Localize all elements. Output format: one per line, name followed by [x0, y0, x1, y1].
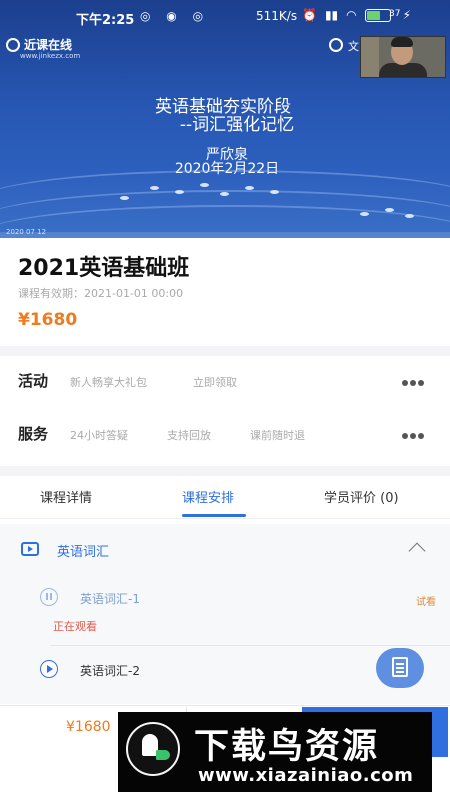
brand-logo: 近课在线 [6, 36, 72, 53]
notes-button[interactable] [376, 648, 424, 688]
charging-icon: ⚡ [402, 8, 412, 22]
teacher-camera [360, 36, 446, 78]
notification-icons: ◎ ◉ ◎ [140, 9, 210, 23]
section-gap [0, 466, 450, 476]
activity-label: 活动 [18, 372, 49, 390]
course-validity: 课程有效期：2021-01-01 00:00 [18, 287, 184, 300]
watermark-title: 下载鸟资源 [194, 727, 380, 767]
tab-course-details[interactable]: 课程详情 [40, 487, 92, 506]
video-footer-tag: 2020 07 12 [6, 228, 47, 236]
lesson-divider [50, 645, 450, 646]
video-player[interactable]: 下午2:25 ◎ ◉ ◎ 511K/s ⏰ ▮▮ ◠ 37 ⚡ 近课在线 www… [0, 0, 450, 238]
tab-student-reviews[interactable]: 学员评价 (0) [324, 487, 399, 506]
service-more-icon[interactable] [402, 433, 424, 439]
activity-item: 新人畅享大礼包 [70, 376, 147, 389]
status-right: ⏰ ▮▮ ◠ 37 ⚡ [302, 8, 411, 22]
service-item: 24小时答疑 [70, 429, 128, 442]
lesson-item[interactable]: 英语词汇-1 [80, 590, 140, 607]
activity-more-icon[interactable] [402, 380, 424, 386]
brand-url: www.jinkezx.com [20, 52, 81, 60]
status-bar: 下午2:25 ◎ ◉ ◎ 511K/s ⏰ ▮▮ ◠ 37 ⚡ [0, 0, 450, 32]
watermark-bird-icon [126, 722, 180, 776]
wifi-icon: ◠ [346, 8, 357, 22]
pause-icon[interactable] [40, 588, 58, 606]
video-chapter-icon [21, 542, 39, 556]
section-gap [0, 346, 450, 356]
service-label: 服务 [18, 425, 49, 443]
brand-mark-icon [6, 37, 20, 52]
course-price: ¥1680 [18, 310, 78, 330]
network-speed: 511K/s [256, 9, 298, 23]
university-seal-icon [329, 38, 343, 52]
watermark-url: www.xiazainiao.com [198, 765, 414, 786]
seal-text: 文 [348, 40, 359, 53]
play-icon[interactable] [40, 660, 58, 678]
service-item: 课前随时退 [250, 429, 305, 442]
document-icon [392, 657, 408, 677]
lesson-item[interactable]: 英语词汇-2 [80, 662, 140, 679]
course-title: 2021英语基础班 [18, 256, 190, 281]
signal-icon: ▮▮ [324, 8, 339, 22]
activity-claim-link[interactable]: 立即领取 [193, 374, 237, 390]
brand-name: 近课在线 [24, 38, 73, 52]
bottom-price: ¥1680 [66, 719, 111, 735]
slide-subtitle: --词汇强化记忆 [179, 115, 295, 135]
now-watching-status: 正在观看 [53, 620, 97, 633]
status-time: 下午2:25 [76, 13, 135, 28]
tab-course-schedule[interactable]: 课程安排 [182, 487, 234, 506]
service-item: 支持回放 [167, 429, 211, 442]
tab-divider [0, 518, 450, 519]
trial-badge: 试看 [416, 597, 436, 608]
alarm-icon: ⏰ [302, 8, 317, 22]
battery-level: 37 [389, 9, 401, 19]
battery-icon [364, 8, 391, 22]
video-progress-bar[interactable] [0, 232, 450, 238]
active-tab-indicator [182, 514, 246, 517]
chapter-title[interactable]: 英语词汇 [57, 541, 109, 560]
